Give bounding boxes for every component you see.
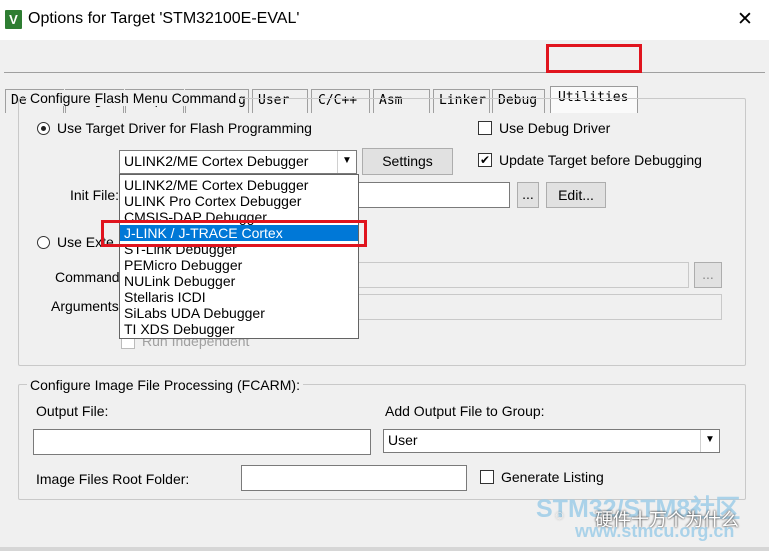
dropdown-option[interactable]: PEMicro Debugger xyxy=(120,257,358,273)
use-target-driver-radio[interactable] xyxy=(37,122,50,135)
dropdown-option[interactable]: Stellaris ICDI xyxy=(120,289,358,305)
dropdown-option[interactable]: NULink Debugger xyxy=(120,273,358,289)
use-debug-driver-label: Use Debug Driver xyxy=(499,120,611,136)
dropdown-option-selected[interactable]: J-LINK / J-TRACE Cortex xyxy=(120,225,358,241)
command-browse-button[interactable]: ... xyxy=(694,262,722,288)
settings-button[interactable]: Settings xyxy=(362,148,453,175)
init-file-label: Init File: xyxy=(70,187,120,203)
init-file-browse-button[interactable]: ... xyxy=(517,182,539,208)
bottom-edge xyxy=(0,547,769,551)
generate-listing-checkbox[interactable] xyxy=(480,470,494,484)
add-output-group-label: Add Output File to Group: xyxy=(385,403,545,419)
tab-divider xyxy=(4,72,765,73)
root-folder-label: Image Files Root Folder: xyxy=(36,471,190,487)
dropdown-option[interactable]: SiLabs UDA Debugger xyxy=(120,305,358,321)
flash-driver-value: ULINK2/ME Cortex Debugger xyxy=(124,153,309,169)
use-external-tool-label: Use Exte xyxy=(57,234,114,250)
use-debug-driver-checkbox[interactable] xyxy=(478,121,492,135)
edit-button[interactable]: Edit... xyxy=(546,182,606,208)
use-target-driver-label: Use Target Driver for Flash Programming xyxy=(57,120,312,136)
flash-menu-group-label: Configure Flash Menu Command xyxy=(27,90,240,106)
output-file-input[interactable] xyxy=(33,429,371,455)
image-processing-group-label: Configure Image File Processing (FCARM): xyxy=(27,377,303,393)
flash-driver-dropdown-list: ULINK2/ME Cortex Debugger ULINK Pro Cort… xyxy=(119,174,359,339)
command-label: Command: xyxy=(55,269,124,285)
arguments-input[interactable] xyxy=(357,294,722,320)
output-group-value: User xyxy=(388,432,418,448)
watermark-url: www.stmcu.org.cn xyxy=(575,521,735,541)
flash-driver-select[interactable]: ULINK2/ME Cortex Debugger ▼ xyxy=(119,150,357,174)
update-target-checkbox[interactable]: ✔ xyxy=(478,153,492,167)
chevron-down-icon[interactable]: ▼ xyxy=(337,151,356,173)
dropdown-option[interactable]: TI XDS Debugger xyxy=(120,321,358,337)
dropdown-option[interactable]: CMSIS-DAP Debugger xyxy=(120,209,358,225)
output-file-label: Output File: xyxy=(36,403,109,419)
close-icon[interactable]: ✕ xyxy=(730,6,760,34)
arguments-label: Arguments: xyxy=(51,298,123,314)
window-title: Options for Target 'STM32100E-EVAL' xyxy=(28,10,300,27)
output-group-select[interactable]: User ▼ xyxy=(383,429,720,453)
chevron-down-icon[interactable]: ▼ xyxy=(700,430,719,452)
keil-app-icon: V xyxy=(5,10,22,29)
dropdown-option[interactable]: ULINK2/ME Cortex Debugger xyxy=(120,177,358,193)
generate-listing-label: Generate Listing xyxy=(501,469,604,485)
use-external-tool-radio[interactable] xyxy=(37,236,50,249)
update-target-label: Update Target before Debugging xyxy=(499,152,702,168)
tab-strip: Device Target Output Listing User C/C++ … xyxy=(0,40,769,113)
root-folder-input[interactable] xyxy=(241,465,467,491)
dropdown-option[interactable]: ULINK Pro Cortex Debugger xyxy=(120,193,358,209)
init-file-input[interactable] xyxy=(357,182,510,208)
command-input[interactable] xyxy=(357,262,689,288)
dropdown-option[interactable]: ST-Link Debugger xyxy=(120,241,358,257)
